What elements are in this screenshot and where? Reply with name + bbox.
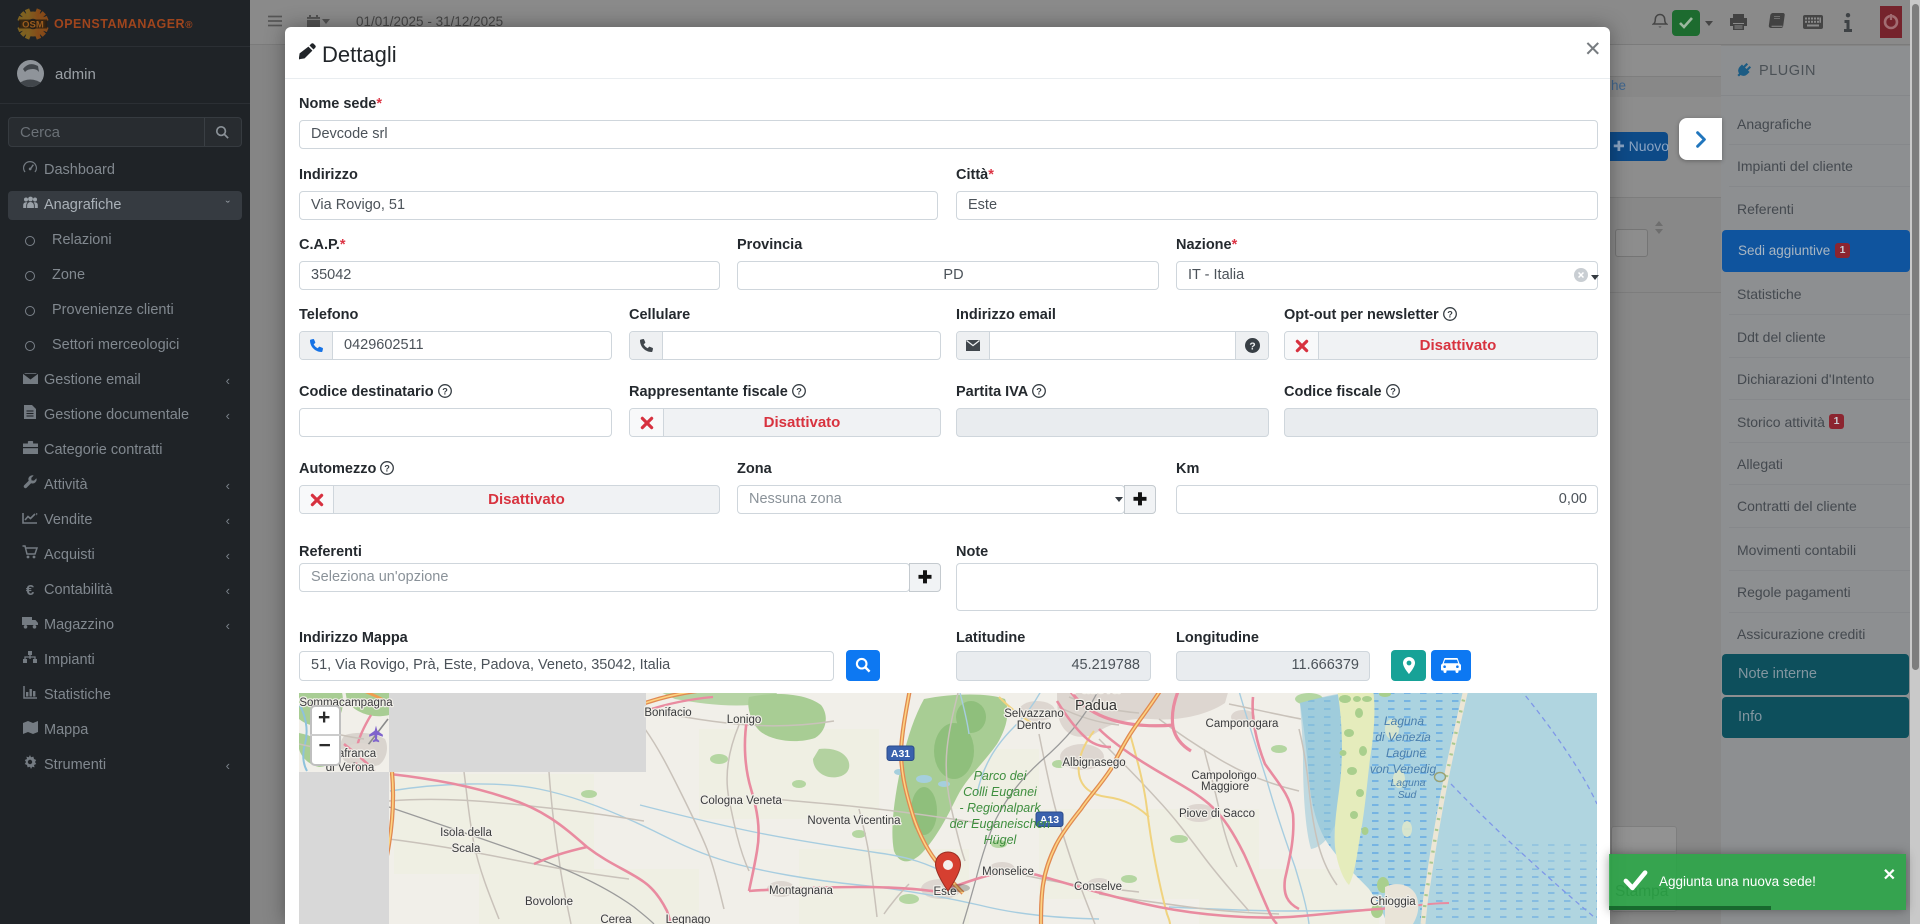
svg-text:Cerea: Cerea [600, 914, 632, 924]
svg-text:Bovolone: Bovolone [525, 896, 573, 908]
svg-text:?: ? [796, 387, 802, 397]
svg-text:Conselve: Conselve [1074, 881, 1122, 893]
svg-text:Bonifacio: Bonifacio [644, 707, 691, 719]
svg-text:Maggiore: Maggiore [1201, 781, 1249, 793]
svg-text:Chioggia: Chioggia [1370, 896, 1416, 908]
svg-text:?: ? [1390, 387, 1396, 397]
svg-text:?: ? [1447, 310, 1453, 320]
svg-text:Selvazzano: Selvazzano [1004, 708, 1063, 720]
svg-text:Sud: Sud [1398, 789, 1418, 801]
svg-text:?: ? [1249, 341, 1255, 352]
svg-text:di Venezia: di Venezia [1375, 730, 1431, 744]
svg-text:?: ? [385, 464, 391, 474]
svg-text:Scala: Scala [452, 843, 481, 855]
svg-text:Laguna: Laguna [1384, 714, 1424, 728]
svg-text:Laguna: Laguna [1390, 777, 1425, 789]
svg-text:Noventa Vicentina: Noventa Vicentina [807, 815, 901, 827]
svg-text:afranca: afranca [338, 748, 377, 760]
svg-text:A31: A31 [891, 748, 910, 760]
svg-text:?: ? [1036, 387, 1042, 397]
svg-text:Padua: Padua [1075, 698, 1118, 714]
svg-text:Montagnana: Montagnana [769, 885, 834, 897]
svg-text:Dentro: Dentro [1017, 720, 1052, 732]
svg-text:Albignasego: Albignasego [1062, 757, 1125, 769]
svg-text:Hügel: Hügel [984, 833, 1018, 847]
svg-text:von Venedig: von Venedig [1370, 762, 1437, 776]
svg-text:?: ? [442, 387, 448, 397]
svg-text:der Euganeischen: der Euganeischen [950, 817, 1051, 831]
svg-text:- Regionalpark: - Regionalpark [959, 801, 1041, 815]
svg-text:Camponogara: Camponogara [1206, 718, 1279, 730]
svg-text:Isola della: Isola della [440, 827, 492, 839]
svg-text:Lonigo: Lonigo [727, 714, 762, 726]
svg-text:Parco dei: Parco dei [974, 769, 1028, 783]
svg-text:Colli Euganei: Colli Euganei [963, 785, 1038, 799]
svg-text:Cologna Veneta: Cologna Veneta [700, 795, 782, 807]
svg-text:Lagune: Lagune [1386, 746, 1426, 760]
svg-text:Legnago: Legnago [666, 914, 711, 924]
svg-text:Piove di Sacco: Piove di Sacco [1179, 808, 1255, 820]
svg-text:Padova: Padova [1072, 693, 1120, 696]
svg-text:Monselice: Monselice [982, 866, 1034, 878]
